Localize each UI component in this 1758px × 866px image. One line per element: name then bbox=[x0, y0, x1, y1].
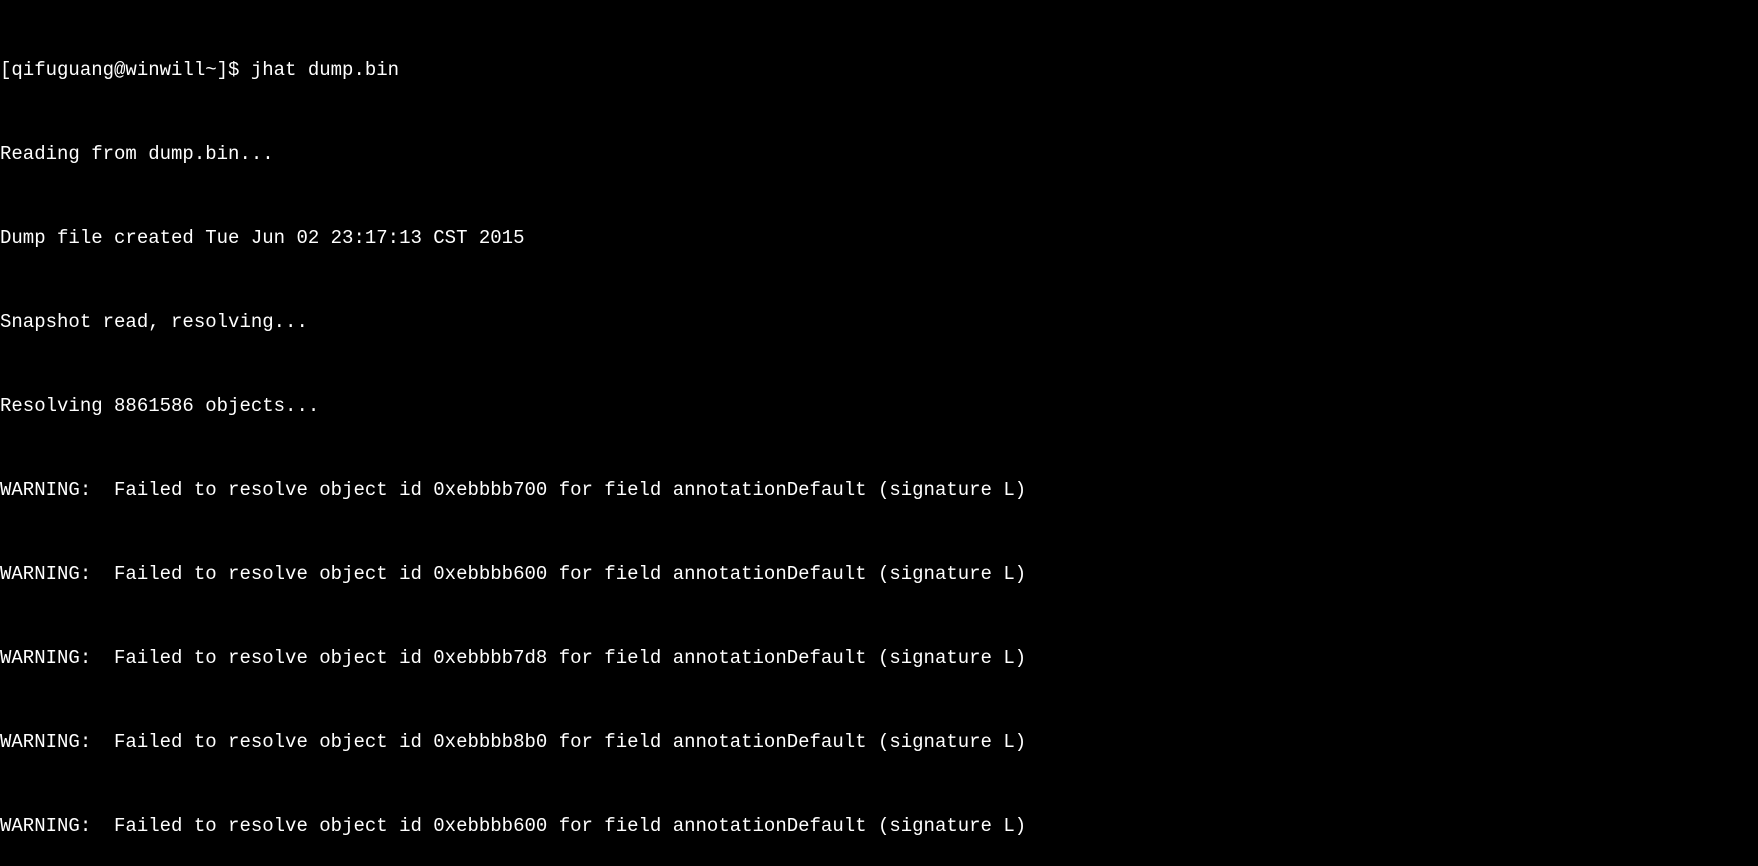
command-line: [qifuguang@winwill~]$ jhat dump.bin bbox=[0, 56, 1758, 84]
output-line: Snapshot read, resolving... bbox=[0, 308, 1758, 336]
output-line: WARNING: Failed to resolve object id 0xe… bbox=[0, 644, 1758, 672]
output-line: Reading from dump.bin... bbox=[0, 140, 1758, 168]
output-line: WARNING: Failed to resolve object id 0xe… bbox=[0, 476, 1758, 504]
output-line: WARNING: Failed to resolve object id 0xe… bbox=[0, 812, 1758, 840]
output-line: Resolving 8861586 objects... bbox=[0, 392, 1758, 420]
output-line: WARNING: Failed to resolve object id 0xe… bbox=[0, 728, 1758, 756]
shell-prompt: [qifuguang@winwill~]$ bbox=[0, 59, 251, 81]
terminal-output[interactable]: [qifuguang@winwill~]$ jhat dump.bin Read… bbox=[0, 0, 1758, 866]
output-line: Dump file created Tue Jun 02 23:17:13 CS… bbox=[0, 224, 1758, 252]
output-line: WARNING: Failed to resolve object id 0xe… bbox=[0, 560, 1758, 588]
shell-command: jhat dump.bin bbox=[251, 59, 399, 81]
